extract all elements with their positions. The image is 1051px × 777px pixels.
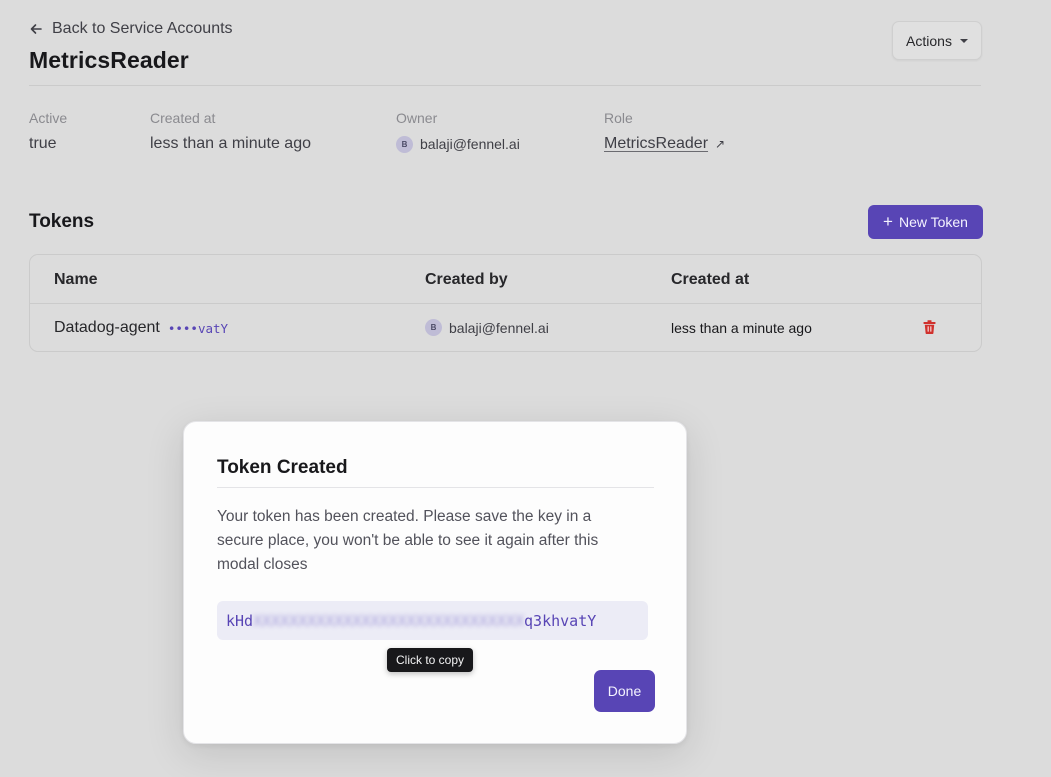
token-value-copy-field[interactable]: kHd XXXXXXXXXXXXXXXXXXXXXXXXXXXXXX q3khvat…	[217, 601, 648, 640]
role-value: MetricsReader ↗	[604, 134, 725, 154]
token-masked-value: ••••vatY	[167, 320, 229, 336]
modal-divider	[217, 487, 654, 488]
token-created-at: less than a minute ago	[671, 320, 812, 336]
actions-dropdown-button[interactable]: Actions	[892, 21, 982, 60]
back-to-service-accounts-link[interactable]: Back to Service Accounts	[29, 19, 233, 39]
token-created-by-cell: B balaji@fennel.ai	[425, 319, 549, 336]
plus-icon: +	[883, 211, 893, 231]
owner-email: balaji@fennel.ai	[420, 136, 520, 152]
detail-active: Active true	[29, 110, 67, 154]
token-created-modal: Token Created Your token has been create…	[183, 421, 687, 744]
detail-owner: Owner B balaji@fennel.ai	[396, 110, 520, 154]
caret-down-icon	[959, 38, 968, 43]
detail-role: Role MetricsReader ↗	[604, 110, 725, 154]
created-at-value-text: less than a minute ago	[150, 135, 311, 152]
active-value: true	[29, 134, 67, 154]
avatar: B	[396, 135, 413, 153]
external-link-icon[interactable]: ↗	[715, 137, 725, 151]
new-token-label: New Token	[898, 214, 968, 230]
owner-value: B balaji@fennel.ai	[396, 134, 520, 154]
table-header: Name Created by Created at	[30, 255, 981, 304]
role-label: Role	[604, 110, 633, 126]
active-label: Active	[29, 110, 68, 126]
column-header-created-at: Created at	[671, 271, 750, 288]
created-at-value: less than a minute ago	[150, 134, 311, 154]
active-value-text: true	[29, 135, 57, 152]
token-suffix: q3khvatY	[524, 611, 597, 630]
page-title: MetricsReader	[29, 47, 189, 73]
role-link[interactable]: MetricsReader	[604, 135, 708, 153]
actions-label: Actions	[906, 32, 952, 49]
token-blurred-segment: XXXXXXXXXXXXXXXXXXXXXXXXXXXXXX	[253, 611, 525, 630]
copy-tooltip: Click to copy	[387, 648, 474, 672]
column-header-name: Name	[54, 271, 98, 288]
table-row: Datadog-agent ••••vatY B balaji@fennel.a…	[30, 304, 981, 351]
owner-label: Owner	[396, 110, 438, 126]
token-name: Datadog-agent	[54, 319, 160, 336]
modal-title: Token Created	[217, 457, 348, 478]
token-created-by: balaji@fennel.ai	[449, 319, 549, 336]
tokens-table: Name Created by Created at Datadog-agent…	[29, 254, 982, 352]
back-link-label: Back to Service Accounts	[52, 20, 233, 37]
done-button[interactable]: Done	[594, 670, 655, 712]
avatar: B	[425, 319, 442, 336]
trash-icon[interactable]	[923, 320, 936, 339]
token-prefix: kHd	[226, 611, 254, 630]
detail-created-at: Created at less than a minute ago	[150, 110, 311, 154]
tokens-section-title: Tokens	[29, 211, 95, 232]
new-token-button[interactable]: + New Token	[868, 205, 983, 239]
created-at-label: Created at	[150, 110, 216, 126]
modal-body-text: Your token has been created. Please save…	[217, 508, 599, 573]
token-name-cell: Datadog-agent ••••vatY	[54, 319, 228, 337]
header-divider	[29, 85, 981, 86]
service-account-page: Back to Service Accounts MetricsReader A…	[0, 0, 1051, 777]
arrow-left-icon	[29, 22, 43, 36]
column-header-created-by: Created by	[425, 271, 508, 288]
